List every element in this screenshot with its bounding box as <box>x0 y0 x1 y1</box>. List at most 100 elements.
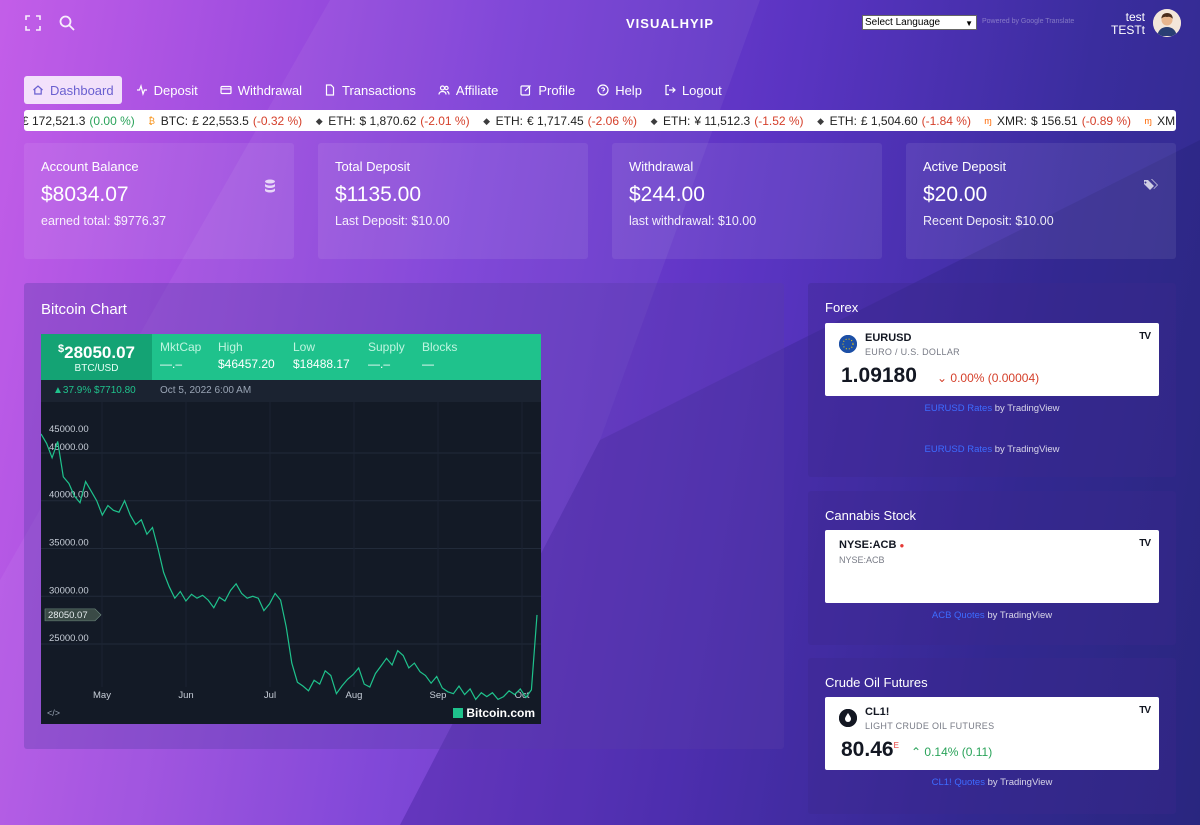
oil-drop-icon <box>839 709 857 727</box>
bitcoin-icon: ₿ <box>148 115 156 126</box>
card-label: Active Deposit <box>923 159 1007 174</box>
crypto-ticker[interactable]: £ 172,521.3 (0.00 %) ₿ BTC: £ 22,553.5 (-0.32… <box>24 110 1176 131</box>
price-superscript: E <box>893 741 899 750</box>
current-price-badge: 28050.07 <box>44 608 102 621</box>
chevron-down-icon: ▼ <box>965 19 973 28</box>
tags-icon <box>1144 179 1158 190</box>
x-tick-label: Aug <box>346 690 363 701</box>
bitcoin-date: Oct 5, 2022 6:00 AM <box>160 385 252 396</box>
caption-text: by TradingView <box>984 610 1053 621</box>
fullscreen-icon[interactable] <box>24 14 42 32</box>
bitcoin-com-logo[interactable]: Bitcoin.com <box>453 706 535 720</box>
ticker-symbol: ETH: <box>829 113 857 128</box>
ticker-change: (-0.32 %) <box>252 113 303 128</box>
ticker-price: £ 1,504.60 <box>860 113 918 128</box>
tradingview-link[interactable]: EURUSD Rates <box>925 444 993 455</box>
stat-mktcap: MktCap —.– <box>160 340 201 371</box>
ticker-item[interactable]: ◆ ETH: € 1,717.45 (-2.06 %) <box>482 114 637 128</box>
ticker-item[interactable]: ◆ ETH: ¥ 11,512.3 (-1.52 %) <box>649 114 804 128</box>
file-icon <box>325 84 335 96</box>
nav-deposit[interactable]: Deposit <box>128 76 206 104</box>
card-sub: earned total: $9776.37 <box>41 214 167 228</box>
nav-dashboard[interactable]: Dashboard <box>24 76 122 104</box>
x-tick-label: Jun <box>178 690 193 701</box>
bitcoin-price-box: $28050.07 BTC/USD <box>41 334 152 380</box>
nav-label: Transactions <box>341 82 416 98</box>
active-deposit-card: Active Deposit $20.00 Recent Deposit: $1… <box>906 143 1176 259</box>
ticker-item[interactable]: ɱXMR:€ <box>1143 114 1176 128</box>
eurusd-widget[interactable]: EURUSD EURO / U.S. DOLLAR TV 1.09180 ⌄ 0… <box>825 323 1159 396</box>
ticker-item[interactable]: £ 172,521.3 (0.00 %) <box>24 114 135 128</box>
ethereum-icon: ◆ <box>650 115 658 126</box>
tradingview-icon[interactable]: TV <box>1139 705 1151 716</box>
tradingview-icon[interactable]: TV <box>1139 538 1151 549</box>
bitcoin-change: ▲37.9% $7710.80 <box>53 385 136 396</box>
ticker-price: £ 172,521.3 <box>24 113 86 128</box>
bitcoin-widget-header: $28050.07 BTC/USD MktCap —.– High $46457.2… <box>41 334 541 380</box>
x-tick-label: Sep <box>430 690 447 701</box>
ticker-symbol: XMR: <box>996 113 1027 128</box>
avatar[interactable] <box>1153 9 1181 37</box>
edit-icon <box>520 85 532 96</box>
nav-logout[interactable]: Logout <box>656 76 730 104</box>
cannabis-stock-panel: Cannabis Stock NYSE:ACB ● NYSE:ACB TV AC… <box>808 491 1176 645</box>
nav-transactions[interactable]: Transactions <box>316 76 424 104</box>
ticker-item[interactable]: ɱ XMR: $ 156.51 (-0.89 %) <box>983 114 1131 128</box>
stat-value: $46457.20 <box>218 357 275 371</box>
tradingview-caption: EURUSD Rates by TradingView <box>808 403 1176 414</box>
user-subname: TESTt <box>1110 23 1145 37</box>
caption-text: by TradingView <box>992 444 1060 455</box>
stat-value: — <box>422 357 434 371</box>
card-icon <box>220 85 232 95</box>
nav-profile[interactable]: Profile <box>512 76 583 104</box>
nav-help[interactable]: Help <box>589 76 650 104</box>
ticker-item[interactable]: ◆ ETH: £ 1,504.60 (-1.84 %) <box>816 114 971 128</box>
card-sub: Recent Deposit: $10.00 <box>923 214 1054 228</box>
price-value: 80.46 <box>841 738 894 761</box>
nav-affiliate[interactable]: Affiliate <box>430 76 506 104</box>
ticker-change: (-1.84 %) <box>921 113 971 128</box>
bitcoin-line-chart[interactable]: 45000.0040000.0035000.0030000.0025000.00… <box>41 402 541 724</box>
ticker-price: $ 1,870.62 <box>359 113 417 128</box>
ethereum-icon: ◆ <box>483 115 491 126</box>
tradingview-link[interactable]: ACB Quotes <box>932 610 985 621</box>
price-change: ⌄ 0.00% (0.00004) <box>937 371 1040 385</box>
nav-label: Withdrawal <box>237 82 302 98</box>
crude-oil-panel: Crude Oil Futures CL1! LIGHT CRUDE OIL F… <box>808 658 1176 814</box>
ticker-item[interactable]: ₿ BTC: £ 22,553.5 (-0.32 %) <box>147 114 302 128</box>
y-tick-label: 30000.00 <box>49 585 89 596</box>
symbol-text: NYSE:ACB <box>839 539 897 551</box>
stat-key: High <box>218 340 243 354</box>
ticker-item[interactable]: ◆ ETH: $ 1,870.62 (-2.01 %) <box>314 113 470 128</box>
acb-widget[interactable]: NYSE:ACB ● NYSE:ACB TV <box>825 530 1159 603</box>
tradingview-link[interactable]: EURUSD Rates <box>925 403 993 414</box>
google-translate-credit[interactable]: Powered by Google Translate <box>982 18 1074 25</box>
nav-withdrawal[interactable]: Withdrawal <box>212 76 310 104</box>
search-icon[interactable] <box>58 14 76 32</box>
cl1-widget[interactable]: CL1! LIGHT CRUDE OIL FUTURES TV 80.46E ⌃… <box>825 697 1159 770</box>
help-icon <box>597 84 609 96</box>
x-tick-label: May <box>93 690 111 701</box>
ticker-change: (-1.52 %) <box>754 113 804 128</box>
y-tick-label: 35000.00 <box>49 538 89 549</box>
bitcoin-widget[interactable]: $28050.07 BTC/USD MktCap —.– High $46457.2… <box>41 334 541 724</box>
ticker-track: £ 172,521.3 (0.00 %) ₿ BTC: £ 22,553.5 (-0.32… <box>24 110 1176 131</box>
total-deposit-card: Total Deposit $1135.00 Last Deposit: $10… <box>318 143 588 259</box>
nav-label: Profile <box>538 82 576 98</box>
app-logo[interactable]: VISUALHYIP <box>626 16 714 31</box>
card-sub: Last Deposit: $10.00 <box>335 214 450 228</box>
card-value: $244.00 <box>629 183 705 206</box>
card-value: $20.00 <box>923 183 988 206</box>
tradingview-caption: CL1! Quotes by TradingView <box>808 777 1176 788</box>
y-tick-label: 25000.00 <box>49 633 89 644</box>
tradingview-icon[interactable]: TV <box>1139 331 1151 342</box>
tradingview-link[interactable]: CL1! Quotes <box>932 777 985 788</box>
user-info[interactable]: test TESTt <box>1111 11 1145 37</box>
user-avatar-icon <box>1153 9 1181 37</box>
price: 1.09180 <box>841 364 917 387</box>
stat-key: Low <box>293 340 316 354</box>
ethereum-icon: ◆ <box>315 115 323 126</box>
language-select[interactable]: Select Language ▼ <box>862 15 977 30</box>
embed-code-icon[interactable]: </> <box>47 708 60 718</box>
card-label: Total Deposit <box>335 159 411 174</box>
